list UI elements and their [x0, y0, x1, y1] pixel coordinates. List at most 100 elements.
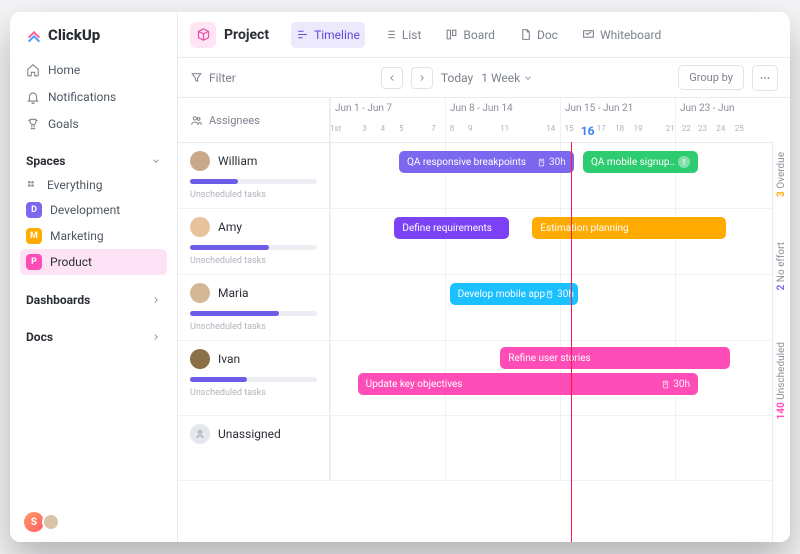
- nav-home-label: Home: [48, 63, 80, 77]
- day-label: 14: [546, 124, 555, 133]
- cube-icon: [190, 22, 216, 48]
- avatar[interactable]: [190, 217, 210, 237]
- day-label: 24: [716, 124, 725, 133]
- filter-button[interactable]: Filter: [190, 71, 236, 85]
- task-bar[interactable]: Define requirements: [394, 217, 509, 239]
- overdue-label: Overdue: [776, 152, 787, 189]
- today-button[interactable]: Today: [441, 71, 473, 85]
- task-bar[interactable]: Update key objectives30h: [358, 373, 698, 395]
- unsched-count: 140: [776, 402, 787, 419]
- tab-board[interactable]: Board: [440, 22, 500, 48]
- space-badge: D: [26, 202, 42, 218]
- user-avatar[interactable]: S: [24, 512, 44, 532]
- day-label: 5: [399, 124, 404, 133]
- task-bar[interactable]: QA responsive breakpoints30h: [399, 151, 574, 173]
- chevron-right-icon: [417, 73, 427, 83]
- day-label: 22: [682, 124, 691, 133]
- unscheduled-label[interactable]: Unscheduled tasks: [190, 388, 317, 398]
- unassigned-icon: [190, 424, 210, 444]
- task-bar[interactable]: Refine user stories: [500, 347, 730, 369]
- space-badge: P: [26, 254, 42, 270]
- week-label: Jun 8 - Jun 14: [450, 103, 513, 114]
- task-bar[interactable]: Develop mobile app30h: [450, 283, 579, 305]
- assignees-column-header[interactable]: Assignees: [178, 98, 330, 142]
- nav-home[interactable]: Home: [20, 58, 167, 82]
- space-everything-label: Everything: [47, 178, 102, 192]
- section-dash-label: Dashboards: [26, 293, 90, 307]
- list-icon: [384, 28, 397, 41]
- task-time: 30h: [545, 289, 574, 300]
- timeline-icon: [296, 28, 309, 41]
- day-label: 9: [468, 124, 473, 133]
- chevron-right-icon: [151, 295, 161, 305]
- tab-label: Timeline: [314, 28, 360, 42]
- task-label: Define requirements: [402, 223, 492, 234]
- nav-notif-label: Notifications: [48, 90, 116, 104]
- section-docs-label: Docs: [26, 330, 53, 344]
- workload-bar: [190, 245, 317, 250]
- avatar[interactable]: [190, 283, 210, 303]
- workload-bar: [190, 311, 317, 316]
- unscheduled-label[interactable]: Unscheduled tasks: [190, 322, 317, 332]
- date-header: Jun 1 - Jun 7Jun 8 - Jun 14Jun 15 - Jun …: [330, 98, 790, 142]
- brand-name: ClickUp: [48, 26, 100, 44]
- bell-icon: [26, 90, 40, 104]
- tab-whiteboard[interactable]: Whiteboard: [577, 22, 666, 48]
- tab-doc[interactable]: Doc: [514, 22, 563, 48]
- space-badge: M: [26, 228, 42, 244]
- space-marketing[interactable]: M Marketing: [20, 223, 167, 249]
- next-button[interactable]: [411, 67, 433, 89]
- task-bar[interactable]: QA mobile signup..!: [583, 151, 698, 173]
- space-label: Marketing: [50, 229, 104, 243]
- section-dashboards[interactable]: Dashboards: [20, 285, 167, 312]
- space-everything[interactable]: Everything: [20, 173, 167, 197]
- whiteboard-icon: [582, 28, 595, 41]
- doc-icon: [519, 28, 532, 41]
- unscheduled-label[interactable]: Unscheduled tasks: [190, 256, 317, 266]
- prev-button[interactable]: [381, 67, 403, 89]
- assignee-name: Maria: [218, 286, 249, 300]
- more-button[interactable]: [752, 65, 778, 91]
- tab-list[interactable]: List: [379, 22, 427, 48]
- unscheduled-label[interactable]: Unscheduled tasks: [190, 190, 317, 200]
- task-label: Refine user stories: [508, 353, 590, 364]
- tab-label: Doc: [537, 28, 558, 42]
- people-icon: [190, 114, 203, 127]
- day-label: 1st: [330, 124, 341, 133]
- day-label: 15: [565, 124, 574, 133]
- brand-logo[interactable]: ClickUp: [20, 26, 167, 44]
- range-select[interactable]: 1 Week: [481, 71, 533, 85]
- nav-goals[interactable]: Goals: [20, 112, 167, 136]
- task-label: QA mobile signup..: [591, 157, 675, 168]
- noeffort-count: 2: [776, 285, 787, 291]
- day-label: 16: [581, 124, 595, 138]
- groupby-button[interactable]: Group by: [678, 65, 744, 90]
- day-label: 3: [362, 124, 367, 133]
- chevron-left-icon: [387, 73, 397, 83]
- day-label: 18: [615, 124, 624, 133]
- nav-notifications[interactable]: Notifications: [20, 85, 167, 109]
- avatar[interactable]: [190, 151, 210, 171]
- user-avatar-2[interactable]: [42, 513, 60, 531]
- chevron-right-icon: [151, 332, 161, 342]
- unsched-label: Unscheduled: [776, 342, 787, 400]
- day-label: 19: [634, 124, 643, 133]
- chevron-down-icon: [523, 73, 533, 83]
- tab-timeline[interactable]: Timeline: [291, 22, 365, 48]
- day-label: 7: [431, 124, 436, 133]
- section-spaces-label: Spaces: [26, 154, 65, 168]
- assignee-name: Ivan: [218, 352, 240, 366]
- range-label: 1 Week: [481, 71, 520, 85]
- space-development[interactable]: D Development: [20, 197, 167, 223]
- stats-sidebar: 3 Overdue 2 No effort 140 Unscheduled: [772, 142, 790, 542]
- week-label: Jun 15 - Jun 21: [565, 103, 633, 114]
- space-product[interactable]: P Product: [20, 249, 167, 275]
- ellipsis-icon: [758, 71, 772, 85]
- task-time: 30h: [661, 379, 690, 390]
- day-label: 25: [735, 124, 744, 133]
- section-spaces[interactable]: Spaces: [20, 146, 167, 173]
- project-title[interactable]: Project: [190, 22, 269, 48]
- task-bar[interactable]: Estimation planning: [532, 217, 725, 239]
- avatar[interactable]: [190, 349, 210, 369]
- section-docs[interactable]: Docs: [20, 322, 167, 349]
